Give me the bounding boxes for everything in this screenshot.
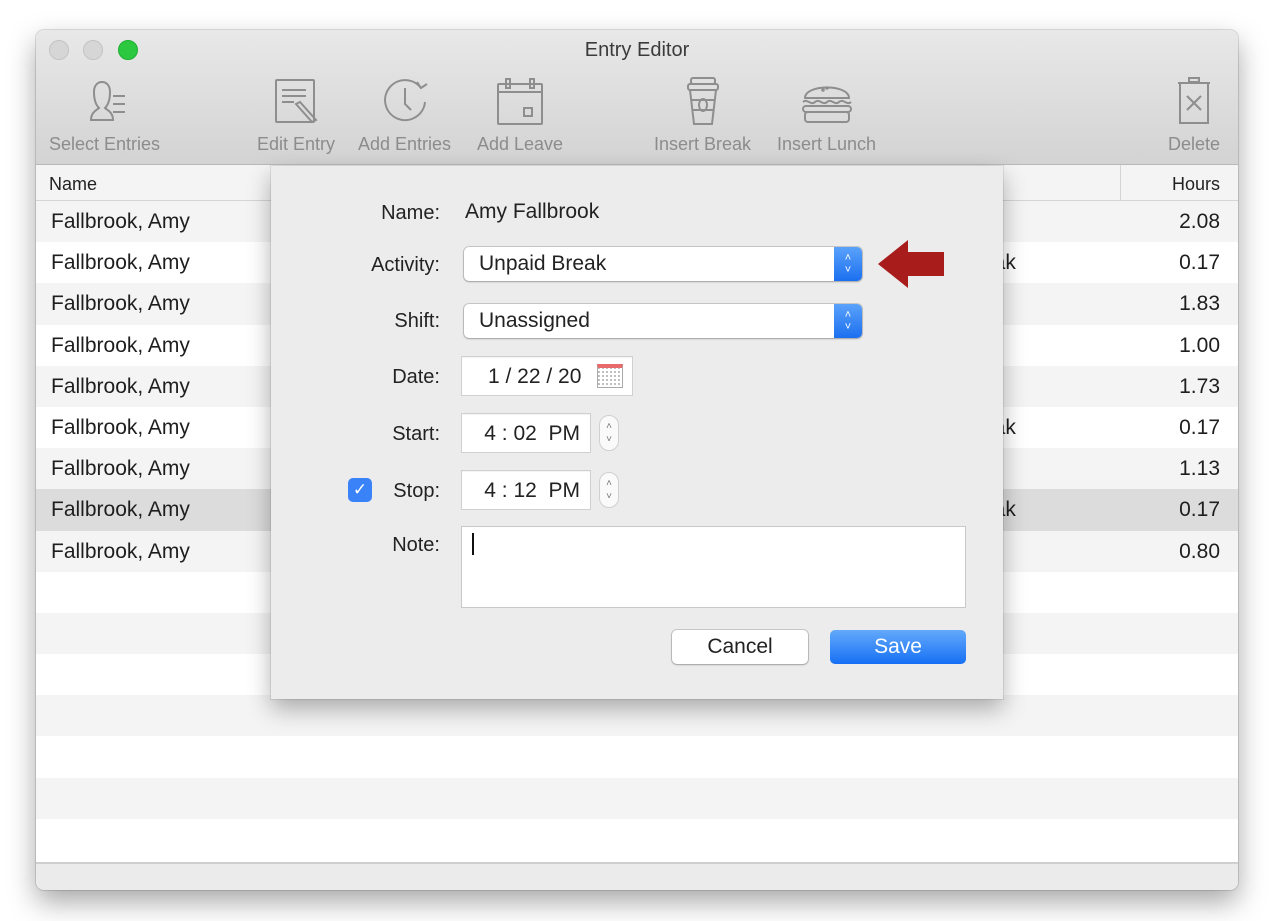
shift-selected-value: Unassigned [479, 309, 590, 332]
start-label: Start: [392, 423, 440, 445]
stop-label: Stop: [393, 480, 440, 502]
cell-name: Fallbrook, Amy [51, 457, 190, 481]
cell-hours: 0.17 [1179, 415, 1220, 439]
titlebar: Entry Editor Select Entries Edit Entry A [36, 30, 1238, 165]
cell-hours: 2.08 [1179, 210, 1220, 233]
empty-row [36, 736, 1238, 778]
burger-icon [801, 86, 852, 123]
column-divider[interactable] [1120, 165, 1121, 201]
window-footer [36, 862, 1238, 890]
shift-select[interactable]: Unassigned ˄ ˅ [464, 304, 862, 338]
note-label: Note: [392, 534, 440, 556]
cancel-button[interactable]: Cancel [672, 630, 808, 664]
cell-name: Fallbrook, Amy [51, 498, 190, 522]
empty-row [36, 818, 1238, 860]
add-entries-button[interactable]: Add Entries [358, 76, 451, 155]
add-leave-button[interactable]: Add Leave [477, 76, 563, 155]
name-label: Name: [381, 202, 440, 224]
coffee-cup-icon [686, 77, 719, 125]
add-leave-label: Add Leave [477, 134, 564, 154]
delete-label: Delete [1167, 134, 1221, 154]
delete-button[interactable]: Delete [1166, 76, 1222, 155]
start-time-value: 4 : 02 PM [484, 422, 580, 445]
column-header-hours[interactable]: Hours [1172, 174, 1220, 195]
cell-hours: 1.83 [1179, 292, 1220, 316]
insert-break-label: Insert Break [654, 134, 752, 154]
add-entries-label: Add Entries [358, 134, 452, 154]
cell-name: Fallbrook, Amy [51, 333, 190, 357]
cell-hours: 0.80 [1179, 539, 1220, 563]
empty-row [36, 777, 1238, 819]
cell-name: Fallbrook, Amy [51, 251, 190, 275]
activity-label: Activity: [371, 254, 440, 276]
clock-icon [383, 79, 428, 122]
insert-lunch-button[interactable]: Insert Lunch [777, 76, 876, 155]
cell-name: Fallbrook, Amy [51, 374, 190, 398]
cell-name: Fallbrook, Amy [51, 539, 190, 563]
start-time-field[interactable]: 4 : 02 PM [461, 413, 591, 453]
window-title: Entry Editor [584, 39, 690, 61]
name-value: Amy Fallbrook [465, 200, 600, 223]
date-label: Date: [392, 366, 440, 388]
stop-time-stepper[interactable]: ˄ ˅ [599, 472, 619, 508]
cell-name: Fallbrook, Amy [51, 210, 190, 233]
shift-label: Shift: [394, 310, 440, 332]
text-cursor [472, 533, 474, 555]
cell-hours: 0.17 [1179, 251, 1220, 275]
save-button[interactable]: Save [830, 630, 966, 664]
empty-row [36, 695, 1238, 737]
insert-break-button[interactable]: Insert Break [654, 76, 751, 155]
cell-name: Fallbrook, Amy [51, 292, 190, 316]
calendar-icon [497, 78, 544, 125]
start-time-stepper[interactable]: ˄ ˅ [599, 415, 619, 451]
calendar-picker-icon[interactable] [597, 364, 623, 388]
insert-lunch-label: Insert Lunch [777, 134, 877, 154]
cell-hours: 0.17 [1179, 498, 1220, 522]
annotation-arrow-icon [878, 240, 944, 288]
chevron-updown-icon: ˄ ˅ [834, 304, 862, 338]
stop-time-value: 4 : 12 PM [484, 479, 580, 502]
activity-selected-value: Unpaid Break [479, 252, 607, 275]
trash-icon [1178, 77, 1210, 124]
select-entries-icon [89, 80, 125, 121]
date-field[interactable]: 1 / 22 / 20 [461, 356, 633, 396]
edit-entry-label: Edit Entry [257, 134, 336, 154]
edit-entry-icon [275, 79, 318, 124]
select-entries-button[interactable]: Select Entries [49, 76, 160, 155]
stop-enabled-checkbox[interactable]: ✓ [348, 478, 372, 502]
annotation-arrow-shape [878, 240, 944, 288]
date-value: 1 / 22 / 20 [488, 365, 582, 388]
cell-name: Fallbrook, Amy [51, 415, 190, 439]
activity-select[interactable]: Unpaid Break ˄ ˅ [464, 247, 862, 281]
cell-hours: 1.13 [1179, 457, 1220, 481]
cell-hours: 1.73 [1179, 374, 1220, 398]
note-textarea[interactable] [461, 526, 966, 608]
edit-entry-button[interactable]: Edit Entry [257, 76, 335, 155]
column-header-name[interactable]: Name [49, 174, 97, 195]
stop-time-field[interactable]: 4 : 12 PM [461, 470, 591, 510]
select-entries-label: Select Entries [49, 134, 161, 154]
chevron-updown-icon: ˄ ˅ [834, 247, 862, 281]
cell-hours: 1.00 [1179, 333, 1220, 357]
